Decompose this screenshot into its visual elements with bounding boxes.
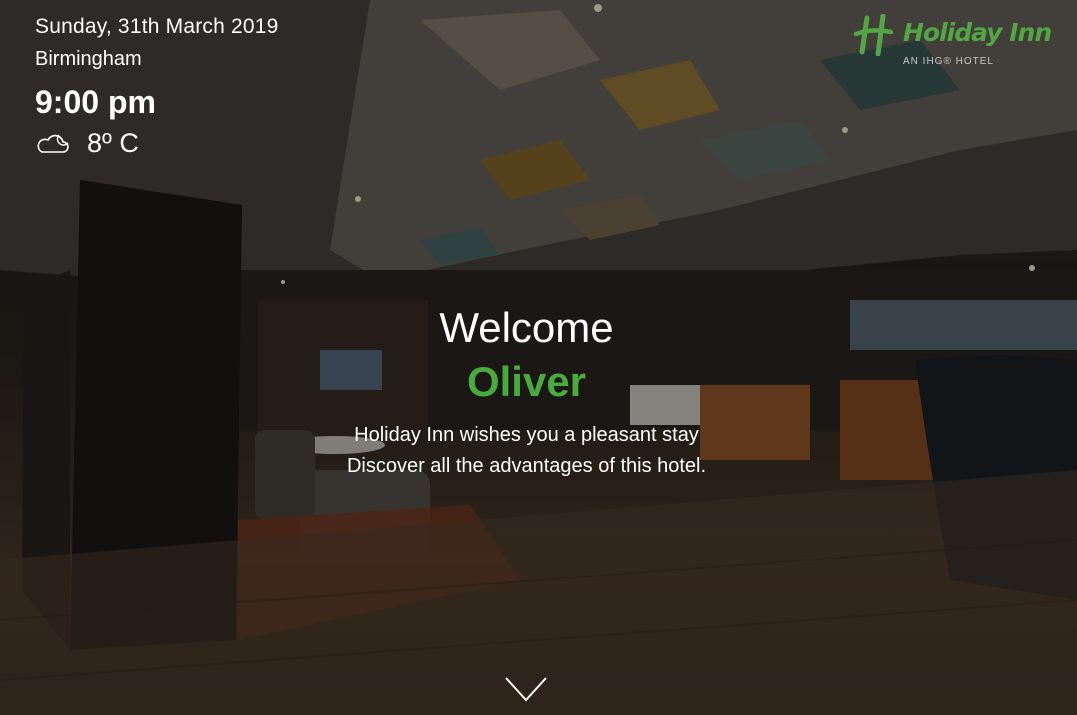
welcome-message-line-2: Discover all the advantages of this hote…: [346, 455, 707, 477]
logo-name: Holiday Inn: [903, 18, 1052, 47]
current-time: 9:00 pm: [35, 84, 156, 120]
temperature: 8º C: [87, 128, 139, 158]
guest-name: Oliver: [466, 358, 587, 405]
current-city: Birmingham: [35, 48, 142, 70]
holiday-inn-h-icon: [853, 14, 893, 56]
welcome-block: Welcome Oliver Holiday Inn wishes you a …: [0, 300, 1077, 482]
welcome-message-line-1: Holiday Inn wishes you a pleasant stay: [354, 424, 699, 446]
info-panel: Sunday, 31th March 2019 Birmingham 9:00 …: [35, 14, 279, 158]
current-date: Sunday, 31th March 2019: [35, 15, 279, 38]
logo-tagline: AN IHG® HOTEL: [903, 56, 994, 67]
cloudy-night-icon: [37, 134, 69, 153]
weather: 8º C: [35, 128, 279, 158]
holiday-inn-logo: Holiday Inn AN IHG® HOTEL: [853, 12, 1052, 72]
welcome-heading: Welcome: [439, 304, 614, 351]
welcome-screen: Sunday, 31th March 2019 Birmingham 9:00 …: [0, 0, 1077, 715]
chevron-down-icon[interactable]: [504, 676, 548, 702]
